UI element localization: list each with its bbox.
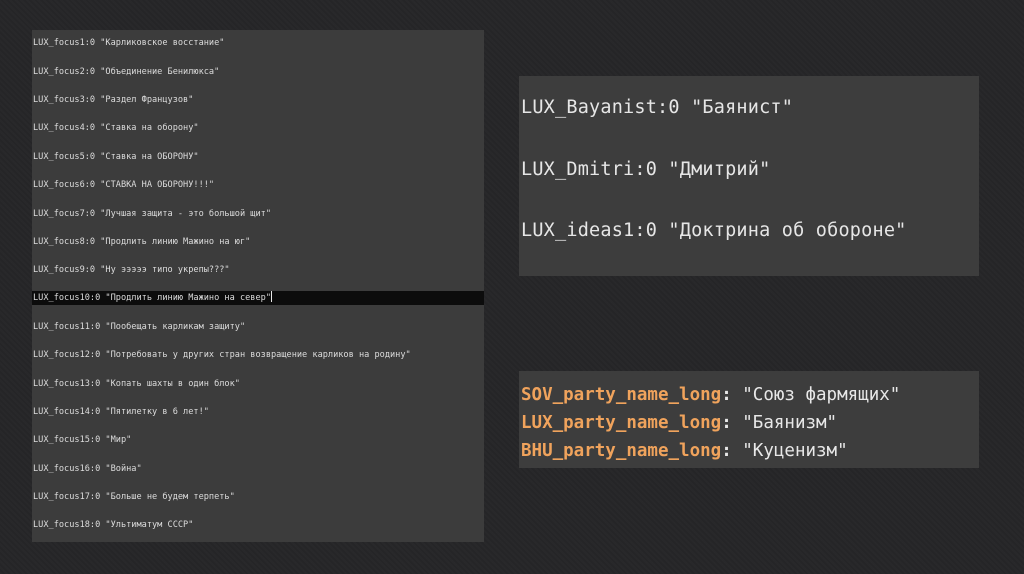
code-line[interactable]: LUX_focus2:0 "Объединение Бенилюкса" — [32, 65, 484, 79]
party-name-entry: LUX_party_name_long: "Баянизм" — [521, 413, 837, 433]
code-line[interactable]: LUX_focus3:0 "Раздел Французов" — [32, 93, 484, 107]
code-line[interactable]: LUX_focus13:0 "Копать шахты в один блок" — [32, 377, 484, 391]
text-caret — [271, 291, 272, 302]
code-line[interactable]: LUX_focus16:0 "Война" — [32, 462, 484, 476]
code-line-text: LUX_focus10:0 "Продлить линию Мажино на … — [33, 293, 271, 303]
code-line[interactable]: LUX_focus7:0 "Лучшая защита - это большо… — [32, 207, 484, 221]
localisation-panel-bottom: SOV_party_name_long: "Союз фармящих" LUX… — [519, 371, 979, 468]
entry-value: "Союз фармящих" — [731, 385, 901, 405]
code-line[interactable]: LUX_focus15:0 "Мир" — [32, 433, 484, 447]
code-line-current[interactable]: LUX_focus10:0 "Продлить линию Мажино на … — [32, 291, 484, 305]
entry-colon: : — [721, 385, 732, 405]
code-line[interactable]: LUX_focus8:0 "Продлить линию Мажино на ю… — [32, 235, 484, 249]
code-line[interactable]: LUX_focus12:0 "Потребовать у других стра… — [32, 348, 484, 362]
code-editor-panel[interactable]: LUX_focus1:0 "Карликовское восстание" LU… — [32, 30, 484, 542]
code-line[interactable]: LUX_focus11:0 "Пообещать карликам защиту… — [32, 320, 484, 334]
entry-colon: : — [721, 441, 732, 461]
localisation-panel-top: LUX_Bayanist:0 "Баянист" LUX_Dmitri:0 "Д… — [519, 76, 979, 276]
entry-colon: : — [721, 413, 732, 433]
code-line[interactable]: LUX_focus5:0 "Ставка на ОБОРОНУ" — [32, 150, 484, 164]
code-line[interactable]: LUX_focus9:0 "Ну эээээ типо укрепы???" — [32, 263, 484, 277]
code-entry: LUX_Bayanist:0 "Баянист" — [521, 97, 794, 118]
code-line[interactable]: LUX_focus4:0 "Ставка на оборону" — [32, 121, 484, 135]
party-name-entry: BHU_party_name_long: "Куценизм" — [521, 441, 848, 461]
code-line[interactable]: LUX_focus14:0 "Пятилетку в 6 лет!" — [32, 405, 484, 419]
code-line[interactable]: LUX_focus18:0 "Ультиматум СССР" — [32, 518, 484, 532]
entry-value: "Куценизм" — [731, 441, 848, 461]
entry-key: BHU_party_name_long — [521, 441, 722, 461]
party-name-entry: SOV_party_name_long: "Союз фармящих" — [521, 385, 900, 405]
code-line[interactable]: LUX_focus1:0 "Карликовское восстание" — [32, 36, 484, 50]
code-line[interactable]: LUX_focus17:0 "Больше не будем терпеть" — [32, 490, 484, 504]
code-entry: LUX_ideas1:0 "Доктрина об обороне" — [521, 220, 907, 241]
entry-value: "Баянизм" — [731, 413, 838, 433]
code-line[interactable]: LUX_focus6:0 "СТАВКА НА ОБОРОНУ!!!" — [32, 178, 484, 192]
entry-key: LUX_party_name_long — [521, 413, 722, 433]
code-entry: LUX_Dmitri:0 "Дмитрий" — [521, 159, 771, 180]
entry-key: SOV_party_name_long — [521, 385, 722, 405]
